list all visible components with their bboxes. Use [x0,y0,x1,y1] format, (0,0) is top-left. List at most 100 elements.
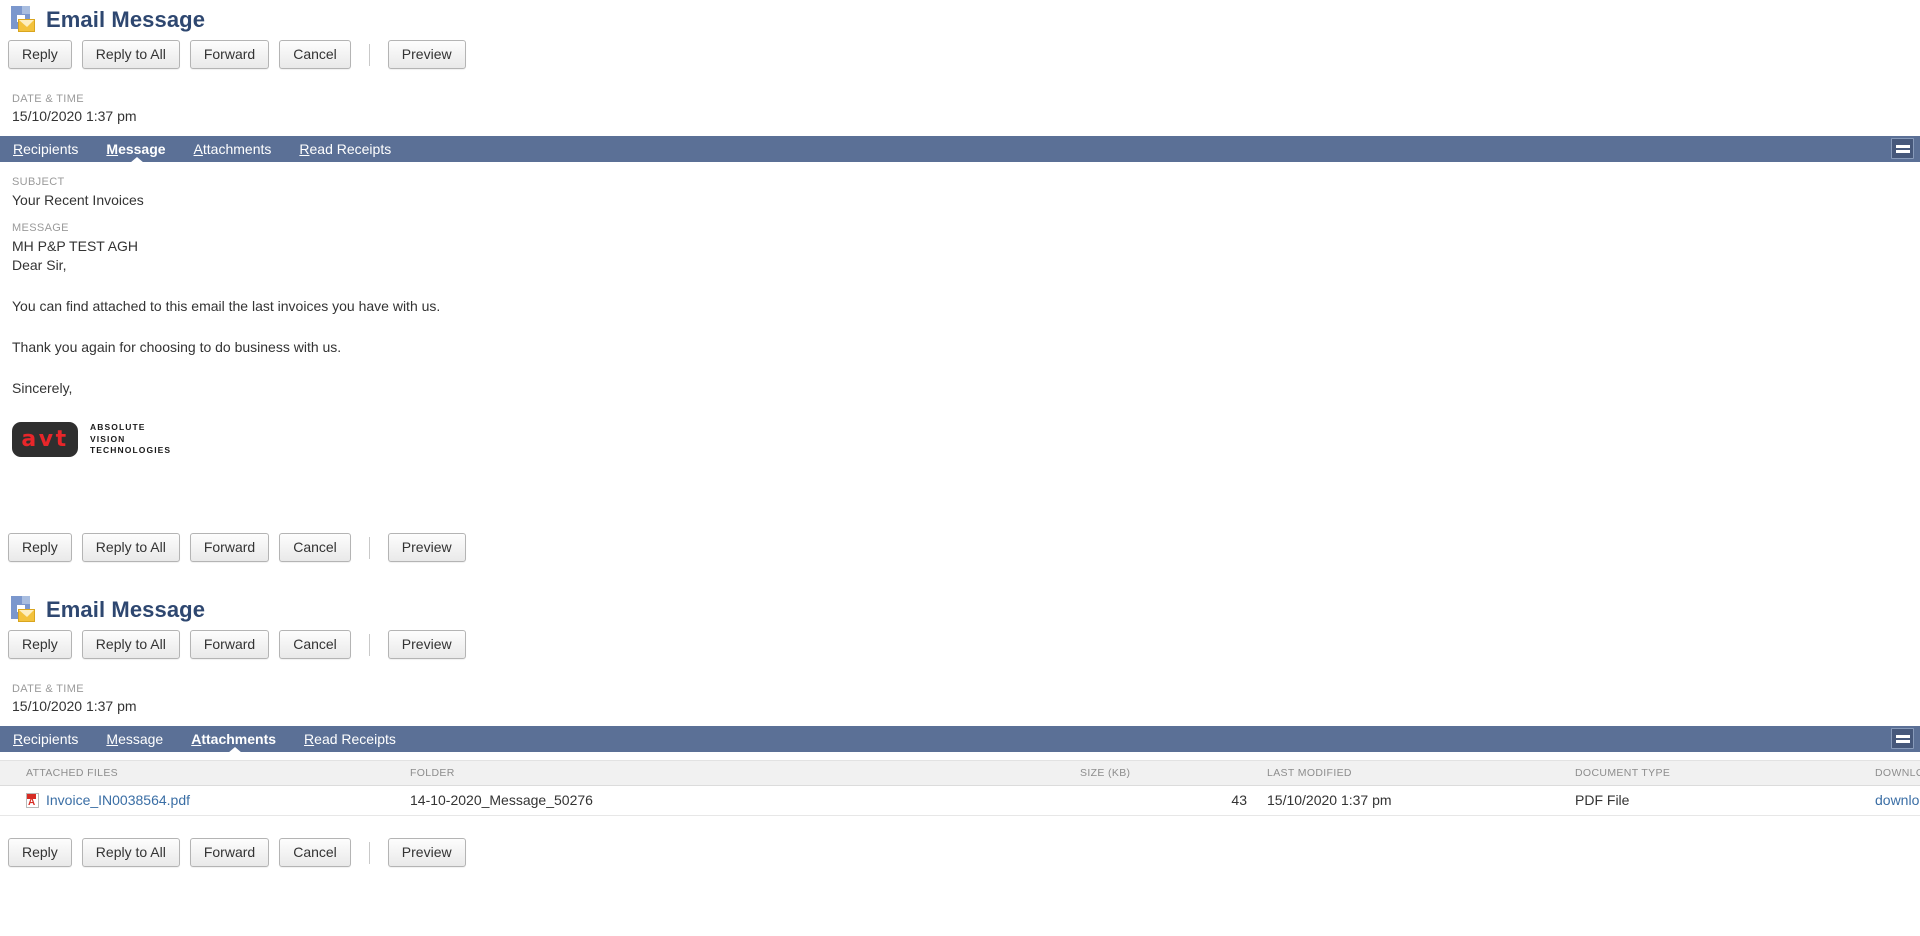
cell-document-type: PDF File [1575,785,1875,816]
tab-accesskey: A [193,141,203,157]
tab-bar-2: Recipients Message Attachments Read Rece… [0,726,1920,753]
active-tab-arrow [227,747,242,753]
date-time-value: 15/10/2020 1:37 pm [12,108,137,124]
message-label: MESSAGE [12,222,69,234]
column-header-size: SIZE (KB) [1080,760,1255,786]
reply-button[interactable]: Reply [8,630,72,659]
tab-label: essage [118,731,164,747]
column-header-attached-files: ATTACHED FILES [0,760,410,786]
cell-folder: 14-10-2020_Message_50276 [410,785,1080,816]
toolbar-bottom-1: Reply Reply to All Forward Cancel Previe… [0,529,1920,566]
message-paragraph-1: You can find attached to this email the … [12,298,441,314]
cancel-button[interactable]: Cancel [279,533,351,562]
preview-button[interactable]: Preview [387,838,466,867]
cell-last-modified: 15/10/2020 1:37 pm [1255,785,1575,816]
hamburger-menu-icon[interactable] [1891,138,1914,159]
avt-logo-text: avt [21,426,69,452]
avt-word-3: TECHNOLOGIES [90,445,172,456]
reply-button[interactable]: Reply [8,40,72,69]
email-document-icon [10,6,36,34]
forward-button[interactable]: Forward [189,40,270,69]
date-time-block-1: DATE & TIME 15/10/2020 1:37 pm [0,73,1920,136]
toolbar-separator [368,43,370,66]
table-header-row: ATTACHED FILES FOLDER SIZE (KB) LAST MOD… [0,760,1920,786]
cancel-button[interactable]: Cancel [279,838,351,867]
tab-label: ttachments [201,731,277,747]
tab-bar-1: Recipients Message Attachments Read Rece… [0,136,1920,163]
attachments-table: ATTACHED FILES FOLDER SIZE (KB) LAST MOD… [0,760,1920,816]
tab-read-receipts[interactable]: Read Receipts [304,726,410,752]
page-header-1: Email Message [0,0,1920,36]
date-time-value: 15/10/2020 1:37 pm [12,698,137,714]
message-line-1: MH P&P TEST AGH [12,238,139,254]
message-body: SUBJECT Your Recent Invoices MESSAGE MH … [0,162,1920,457]
attachment-file-link[interactable]: Invoice_IN0038564.pdf [46,792,190,808]
tab-accesskey: M [106,731,119,747]
email-message-section-2: Email Message Reply Reply to All Forward… [0,590,1920,871]
tab-attachments[interactable]: Attachments [194,136,286,162]
column-header-document-type: DOCUMENT TYPE [1575,760,1875,786]
reply-all-button[interactable]: Reply to All [81,533,180,562]
tab-accesskey: R [13,731,24,747]
toolbar-top-2: Reply Reply to All Forward Cancel Previe… [0,626,1920,663]
date-time-block-2: DATE & TIME 15/10/2020 1:37 pm [0,663,1920,726]
page-title: Email Message [46,597,206,622]
column-header-download: DOWNLOAD [1875,760,1920,786]
tab-accesskey: R [13,141,24,157]
tab-attachments[interactable]: Attachments [191,726,290,753]
avt-word-2: VISION [90,433,126,444]
page-title: Email Message [46,7,206,32]
email-document-icon [10,596,36,624]
cell-size: 43 [1080,785,1255,816]
tab-message[interactable]: Message [106,136,179,163]
preview-button[interactable]: Preview [387,533,466,562]
preview-button[interactable]: Preview [387,40,466,69]
page-header-2: Email Message [0,590,1920,626]
message-text: MH P&P TEST AGH Dear Sir, You can find a… [12,237,1920,398]
avt-logo-icon: avt [12,422,78,457]
reply-all-button[interactable]: Reply to All [81,40,180,69]
tab-recipients[interactable]: Recipients [13,726,92,752]
column-header-folder: FOLDER [410,760,1080,786]
toolbar-separator [368,536,370,559]
tab-accesskey: R [304,731,315,747]
toolbar-separator [368,841,370,864]
tab-label: essage [118,141,166,157]
download-link[interactable]: download [1875,792,1920,808]
toolbar-bottom-2: Reply Reply to All Forward Cancel Previe… [0,834,1920,871]
message-line-2: Dear Sir, [12,257,67,273]
toolbar-top-1: Reply Reply to All Forward Cancel Previe… [0,36,1920,73]
tab-read-receipts[interactable]: Read Receipts [299,136,405,162]
reply-button[interactable]: Reply [8,838,72,867]
column-header-last-modified: LAST MODIFIED [1255,760,1575,786]
date-time-label: DATE & TIME [12,683,84,695]
avt-word-1: ABSOLUTE [90,422,146,433]
tab-label: ecipients [23,731,79,747]
tab-label: ead Receipts [309,141,392,157]
forward-button[interactable]: Forward [189,533,270,562]
forward-button[interactable]: Forward [189,630,270,659]
forward-button[interactable]: Forward [189,838,270,867]
cancel-button[interactable]: Cancel [279,630,351,659]
reply-all-button[interactable]: Reply to All [81,630,180,659]
hamburger-menu-icon[interactable] [1891,728,1914,749]
signature-block: avt ABSOLUTE VISION TECHNOLOGIES [12,422,1920,457]
cell-download: download [1875,785,1920,816]
tab-recipients[interactable]: Recipients [13,136,92,162]
preview-button[interactable]: Preview [387,630,466,659]
reply-all-button[interactable]: Reply to All [81,838,180,867]
email-message-section-1: Email Message Reply Reply to All Forward… [0,0,1920,566]
table-row: Invoice_IN0038564.pdf 14-10-2020_Message… [0,785,1920,816]
tab-label: ead Receipts [314,731,396,747]
cancel-button[interactable]: Cancel [279,40,351,69]
avt-company-name: ABSOLUTE VISION TECHNOLOGIES [90,422,171,457]
cell-attached-file: Invoice_IN0038564.pdf [0,785,410,816]
toolbar-separator [368,633,370,656]
message-paragraph-2: Thank you again for choosing to do busin… [12,339,342,355]
subject-value: Your Recent Invoices [12,192,144,208]
tab-message[interactable]: Message [106,726,177,752]
tab-accesskey: R [299,141,310,157]
subject-label: SUBJECT [12,176,65,188]
message-closing: Sincerely, [12,380,73,396]
reply-button[interactable]: Reply [8,533,72,562]
